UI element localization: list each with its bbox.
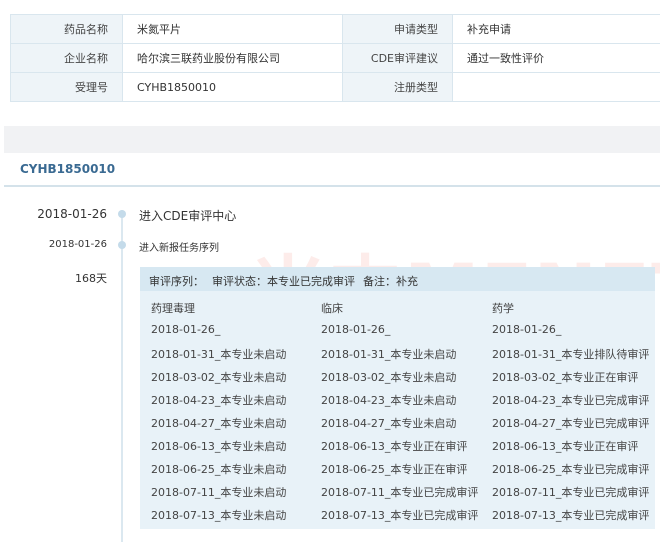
review-cell: 2018-01-31_本专业未启动: [321, 348, 457, 361]
drug-name-value: 米氮平片: [122, 14, 343, 44]
info-row-1: 药品名称 米氮平片 申请类型 补充申请: [10, 14, 660, 44]
col-head-clinical: 临床: [321, 302, 343, 315]
section-underline: [4, 185, 660, 187]
review-header-text: 审评序列： 审评状态：本专业已完成审评 备注：补充: [149, 273, 426, 289]
review-cell: 2018-04-27_本专业未启动: [151, 417, 287, 430]
review-cell: 2018-04-27_本专业已完成审评: [492, 417, 650, 430]
timeline-duration: 168天: [75, 272, 107, 285]
review-cell: 2018-03-02_本专业未启动: [321, 371, 457, 384]
timeline-dot-1: [118, 210, 126, 218]
accept-no-label: 受理号: [10, 72, 123, 102]
company-value: 哈尔滨三联药业股份有限公司: [122, 43, 343, 73]
review-cell: 2018-04-23_本专业未启动: [321, 394, 457, 407]
reg-type-value: [452, 72, 660, 102]
review-cell: 2018-04-27_本专业未启动: [321, 417, 457, 430]
review-cell: 2018-06-25_本专业已完成审评: [492, 463, 650, 476]
info-row-3: 受理号 CYHB1850010 注册类型: [10, 72, 660, 102]
timeline-date-2: 2018-01-26: [48, 239, 107, 250]
review-cell: 2018-06-25_本专业正在审评: [321, 463, 468, 476]
accept-no-value: CYHB1850010: [122, 72, 343, 102]
cde-suggestion-value: 通过一致性评价: [452, 43, 660, 73]
review-cell: 2018-06-13_本专业未启动: [151, 440, 287, 453]
review-status-label: 审评状态：本专业已完成审评: [212, 275, 355, 288]
cde-suggestion-label: CDE审评建议: [342, 43, 453, 73]
section-divider-band: [4, 126, 660, 153]
review-cell: 2018-03-02_本专业正在审评: [492, 371, 639, 384]
review-cell: 2018-04-23_本专业未启动: [151, 394, 287, 407]
review-cell: 2018-01-26_: [321, 323, 391, 336]
review-cell: 2018-07-11_本专业已完成审评: [321, 486, 479, 499]
review-cell: 2018-01-31_本专业排队待审评: [492, 348, 650, 361]
timeline-dot-2: [118, 241, 126, 249]
review-cell: 2018-01-26_: [151, 323, 221, 336]
drug-info-table: 药品名称 米氮平片 申请类型 补充申请 企业名称 哈尔滨三联药业股份有限公司 C…: [10, 14, 660, 102]
section-code-title: CYHB1850010: [20, 162, 116, 176]
review-cell: 2018-07-13_本专业已完成审评: [492, 509, 650, 522]
review-cell: 2018-01-26_: [492, 323, 562, 336]
review-cell: 2018-07-13_本专业已完成审评: [321, 509, 479, 522]
review-cell: 2018-06-13_本专业正在审评: [492, 440, 639, 453]
review-cell: 2018-03-02_本专业未启动: [151, 371, 287, 384]
review-cell: 2018-07-11_本专业已完成审评: [492, 486, 650, 499]
drug-name-label: 药品名称: [10, 14, 123, 44]
review-cell: 2018-04-23_本专业已完成审评: [492, 394, 650, 407]
company-label: 企业名称: [10, 43, 123, 73]
apply-type-value: 补充申请: [452, 14, 660, 44]
info-row-2: 企业名称 哈尔滨三联药业股份有限公司 CDE审评建议 通过一致性评价: [10, 43, 660, 73]
review-cell: 2018-06-13_本专业正在审评: [321, 440, 468, 453]
review-seq-label: 审评序列：: [149, 275, 204, 288]
col-head-pharmacy: 药学: [492, 302, 514, 315]
col-head-pharmacology: 药理毒理: [151, 302, 195, 315]
review-header: 审评序列： 审评状态：本专业已完成审评 备注：补充: [140, 267, 655, 291]
timeline-event-2: 进入新报任务序列: [139, 243, 219, 254]
review-cell: 2018-01-31_本专业未启动: [151, 348, 287, 361]
reg-type-label: 注册类型: [342, 72, 453, 102]
review-cell: 2018-07-11_本专业未启动: [151, 486, 287, 499]
timeline-line: [121, 210, 123, 542]
apply-type-label: 申请类型: [342, 14, 453, 44]
timeline-date-1: 2018-01-26: [37, 207, 107, 221]
review-cell: 2018-06-25_本专业未启动: [151, 463, 287, 476]
review-note-label: 备注：补充: [363, 275, 418, 288]
timeline-event-1: 进入CDE审评中心: [139, 209, 237, 223]
review-cell: 2018-07-13_本专业未启动: [151, 509, 287, 522]
review-panel: 审评序列： 审评状态：本专业已完成审评 备注：补充 药理毒理 临床 药学 2018-…: [140, 267, 655, 529]
